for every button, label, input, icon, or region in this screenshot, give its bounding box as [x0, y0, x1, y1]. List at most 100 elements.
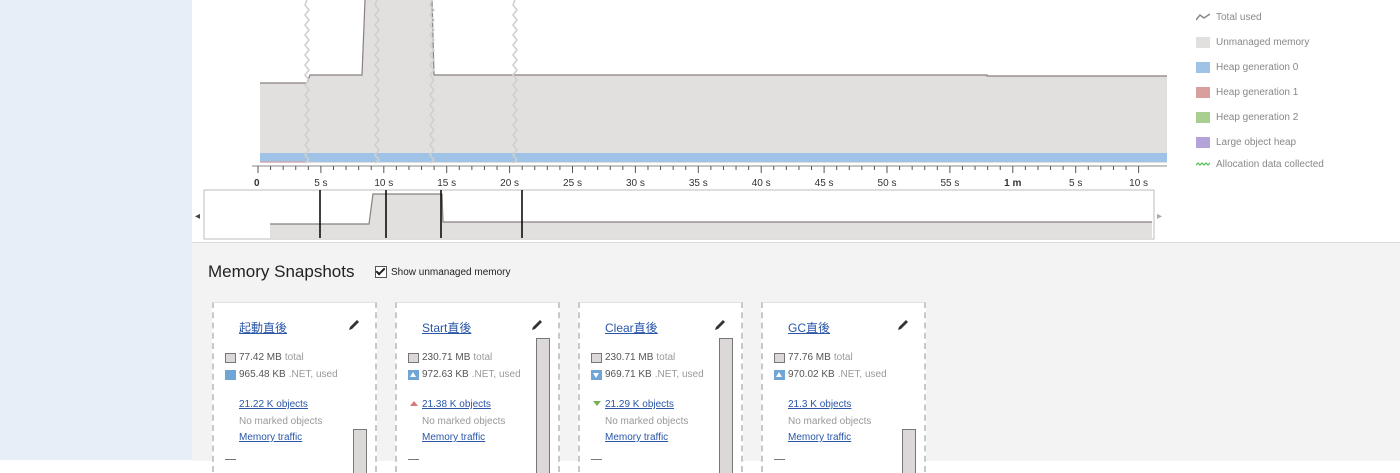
unmanaged-memory-swatch-icon — [1196, 36, 1210, 48]
section-title: Memory Snapshots — [208, 262, 355, 281]
total-memory-value: 77.42 MB — [239, 352, 282, 363]
checkbox-checked-icon[interactable] — [375, 266, 387, 278]
legend-label: Heap generation 2 — [1216, 111, 1299, 123]
heap-gen2-swatch-icon — [1196, 111, 1210, 123]
time-tick-label: 45 s — [815, 178, 834, 189]
memory-traffic-link[interactable]: Memory traffic — [239, 432, 302, 443]
show-unmanaged-checkbox[interactable]: Show unmanaged memory — [375, 266, 511, 278]
total-memory-value: 230.71 MB — [605, 352, 654, 363]
allocation-data-icon — [1196, 161, 1210, 166]
objects-decrease-icon — [593, 401, 601, 406]
memory-snapshots-panel: Memory Snapshots Show unmanaged memory 起… — [192, 242, 1400, 473]
memory-traffic-link[interactable]: Memory traffic — [788, 432, 851, 443]
total-memory-suffix: total — [833, 352, 853, 363]
legend-heap-gen2: Heap generation 2 — [1196, 109, 1298, 125]
pencil-icon[interactable] — [530, 319, 544, 331]
memory-traffic-link[interactable]: Memory traffic — [422, 432, 485, 443]
time-tick-label: 5 s — [314, 178, 327, 189]
total-memory-row: 230.71 MB total — [408, 352, 492, 363]
time-tick-label: 10 s — [1129, 178, 1148, 189]
pencil-icon[interactable] — [347, 319, 361, 331]
objects-link[interactable]: 21.3 K objects — [788, 399, 851, 410]
net-memory-value: 970.02 KB — [788, 369, 835, 380]
total-memory-value: 230.71 MB — [422, 352, 471, 363]
snapshot-card[interactable]: Start直後 230.71 MB total 972.63 KB .NET, … — [395, 302, 560, 473]
time-axis-labels: 0 5 s 10 s 15 s 20 s 25 s 30 s 35 s 40 s 45 s 50 s… — [254, 178, 1148, 189]
memory-bar — [719, 338, 733, 473]
memory-timeline-chart[interactable]: 0 5 s 10 s 15 s 20 s 25 s 30 s 35 s 40 s 45 s 50 s… — [192, 0, 1192, 242]
marked-objects-text: No marked objects — [422, 416, 506, 427]
objects-link[interactable]: 21.22 K objects — [239, 399, 308, 410]
pencil-icon[interactable] — [896, 319, 910, 331]
legend-unmanaged-memory: Unmanaged memory — [1196, 34, 1309, 50]
total-memory-row: 77.42 MB total — [225, 352, 304, 363]
legend-allocation-data: Allocation data collected — [1196, 156, 1324, 172]
increase-arrow-icon — [774, 369, 785, 380]
time-tick-label: 10 s — [374, 178, 393, 189]
total-memory-suffix: total — [473, 352, 493, 363]
legend-label: Allocation data collected — [1216, 158, 1324, 170]
total-memory-row: 230.71 MB total — [591, 352, 675, 363]
legend-label: Unmanaged memory — [1216, 36, 1310, 48]
legend-large-object-heap: Large object heap — [1196, 134, 1296, 150]
net-memory-row: 969.71 KB .NET, used — [591, 369, 704, 380]
net-memory-suffix: .NET, used — [471, 369, 521, 380]
total-memory-suffix: total — [284, 352, 304, 363]
net-memory-value: 969.71 KB — [605, 369, 652, 380]
heap-gen0-band — [260, 153, 1167, 162]
scroll-left-arrow[interactable]: ◂ — [195, 211, 200, 222]
time-tick-label: 30 s — [626, 178, 645, 189]
time-tick-label: 40 s — [752, 178, 771, 189]
time-tick-label: 25 s — [563, 178, 582, 189]
legend-label: Heap generation 1 — [1216, 86, 1299, 98]
objects-increase-icon — [410, 401, 418, 406]
total-memory-value: 77.76 MB — [788, 352, 831, 363]
memory-bar — [536, 338, 550, 473]
pencil-icon[interactable] — [713, 319, 727, 331]
snapshot-card[interactable]: Clear直後 230.71 MB total 969.71 KB .NET, … — [578, 302, 743, 473]
net-memory-suffix: .NET, used — [288, 369, 338, 380]
heap-gen1-swatch-icon — [1196, 86, 1210, 98]
net-memory-suffix: .NET, used — [837, 369, 887, 380]
legend-label: Heap generation 0 — [1216, 61, 1299, 73]
memory-traffic-link[interactable]: Memory traffic — [605, 432, 668, 443]
total-memory-swatch-icon — [591, 352, 602, 363]
large-object-heap-swatch-icon — [1196, 136, 1210, 148]
net-memory-suffix: .NET, used — [654, 369, 704, 380]
heap-gen0-swatch-icon — [1196, 61, 1210, 73]
increase-arrow-icon — [408, 369, 419, 380]
snapshot-title-link[interactable]: Clear直後 — [605, 319, 658, 336]
snapshot-title-link[interactable]: GC直後 — [788, 319, 830, 336]
time-tick-label: 0 — [254, 178, 260, 189]
legend-label: Large object heap — [1216, 136, 1297, 148]
snapshot-card[interactable]: 起動直後 77.42 MB total 965.48 KB .NET, used… — [212, 302, 377, 473]
time-tick-label: 35 s — [689, 178, 708, 189]
time-tick-label: 50 s — [878, 178, 897, 189]
objects-link[interactable]: 21.29 K objects — [605, 399, 674, 410]
total-memory-row: 77.76 MB total — [774, 352, 853, 363]
marked-objects-text: No marked objects — [239, 416, 323, 427]
legend-heap-gen1: Heap generation 1 — [1196, 84, 1298, 100]
time-tick-label: 55 s — [940, 178, 959, 189]
time-tick-label: 15 s — [437, 178, 456, 189]
show-unmanaged-label: Show unmanaged memory — [391, 266, 511, 278]
total-memory-swatch-icon — [408, 352, 419, 363]
snapshot-title-link[interactable]: 起動直後 — [239, 319, 287, 336]
snapshot-title-link[interactable]: Start直後 — [422, 319, 471, 336]
total-memory-swatch-icon — [225, 352, 236, 363]
total-memory-suffix: total — [656, 352, 676, 363]
legend-heap-gen0: Heap generation 0 — [1196, 59, 1298, 75]
scroll-right-arrow[interactable]: ▸ — [1157, 211, 1162, 222]
net-memory-value: 965.48 KB — [239, 369, 286, 380]
marked-objects-text: No marked objects — [788, 416, 872, 427]
marked-objects-text: No marked objects — [605, 416, 689, 427]
net-memory-swatch-icon — [225, 369, 236, 380]
legend-total-used: Total used — [1196, 9, 1262, 25]
net-memory-row: 965.48 KB .NET, used — [225, 369, 338, 380]
snapshot-card[interactable]: GC直後 77.76 MB total 970.02 KB .NET, used… — [761, 302, 926, 473]
net-memory-row: 972.63 KB .NET, used — [408, 369, 521, 380]
time-tick-label: 1 m — [1004, 178, 1021, 189]
objects-link[interactable]: 21.38 K objects — [422, 399, 491, 410]
memory-bar — [353, 429, 367, 473]
unmanaged-memory-area — [260, 0, 1167, 163]
